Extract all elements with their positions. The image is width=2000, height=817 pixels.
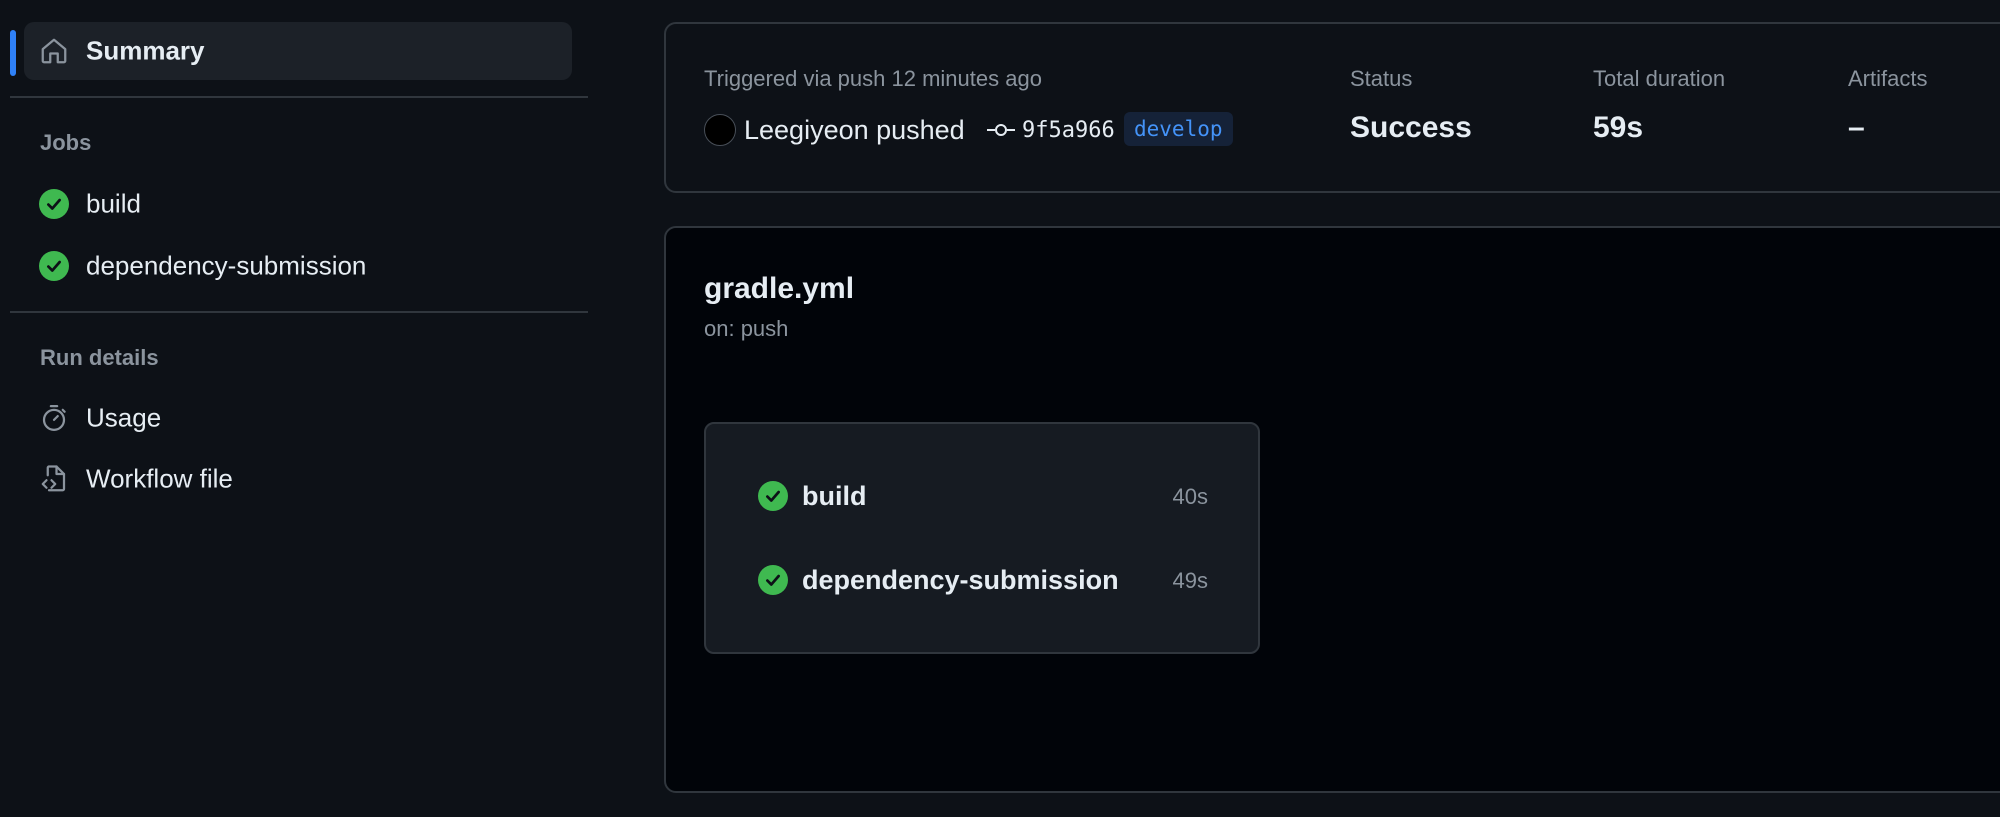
sidebar-divider	[10, 96, 588, 98]
workflow-trigger: on: push	[704, 316, 789, 341]
sidebar-item-label: Usage	[86, 402, 162, 433]
jobs-section-title: Jobs	[40, 130, 92, 155]
status-value: Success	[1350, 111, 1472, 144]
home-icon	[38, 35, 70, 67]
workflow-file-name: gradle.yml	[704, 272, 855, 305]
sidebar-item-label: Workflow file	[86, 463, 233, 494]
sidebar-item-usage[interactable]: Usage	[24, 389, 572, 447]
job-name: dependency-submission	[802, 565, 1119, 595]
total-duration-value: 59s	[1593, 111, 1644, 144]
job-duration: 40s	[1172, 484, 1208, 509]
total-duration-label: Total duration	[1593, 66, 1726, 91]
sidebar-item-workflow-file[interactable]: Workflow file	[24, 450, 572, 508]
sidebar-item-label: build	[86, 188, 141, 219]
sidebar-item-summary[interactable]: Summary	[24, 22, 572, 80]
run-details-section-title: Run details	[40, 345, 159, 370]
artifacts-label: Artifacts	[1848, 66, 1928, 91]
success-check-icon	[38, 250, 70, 282]
trigger-info: Triggered via push 12 minutes ago	[704, 66, 1042, 91]
artifacts-value: –	[1848, 111, 1865, 144]
job-node-build[interactable]: build 40s	[758, 474, 1208, 518]
job-duration: 49s	[1172, 568, 1208, 593]
run-summary-card: Triggered via push 12 minutes ago Leegiy…	[664, 22, 2000, 193]
commit-sha-link[interactable]: 9f5a966	[1022, 118, 1115, 143]
workflow-graph-card: gradle.yml on: push build 40s dependency…	[664, 226, 2000, 793]
file-code-icon	[38, 463, 70, 495]
success-check-icon	[758, 565, 788, 595]
pusher-text[interactable]: Leegiyeon pushed	[744, 115, 965, 146]
success-check-icon	[38, 188, 70, 220]
sidebar-divider	[10, 311, 588, 313]
active-indicator	[10, 30, 16, 76]
sidebar: Summary Jobs build dependency-submission…	[0, 0, 590, 817]
sidebar-item-job-build[interactable]: build	[24, 175, 572, 233]
avatar[interactable]	[704, 114, 736, 146]
status-label: Status	[1350, 66, 1413, 91]
jobs-group: build 40s dependency-submission 49s	[704, 422, 1260, 654]
stopwatch-icon	[38, 402, 70, 434]
sidebar-item-job-dependency-submission[interactable]: dependency-submission	[24, 237, 572, 295]
success-check-icon	[758, 481, 788, 511]
sidebar-item-label: Summary	[86, 35, 205, 66]
branch-badge[interactable]: develop	[1124, 112, 1233, 146]
job-name: build	[802, 481, 867, 511]
job-node-dependency-submission[interactable]: dependency-submission 49s	[758, 558, 1208, 602]
git-commit-icon	[986, 118, 1016, 142]
sidebar-item-label: dependency-submission	[86, 250, 367, 281]
